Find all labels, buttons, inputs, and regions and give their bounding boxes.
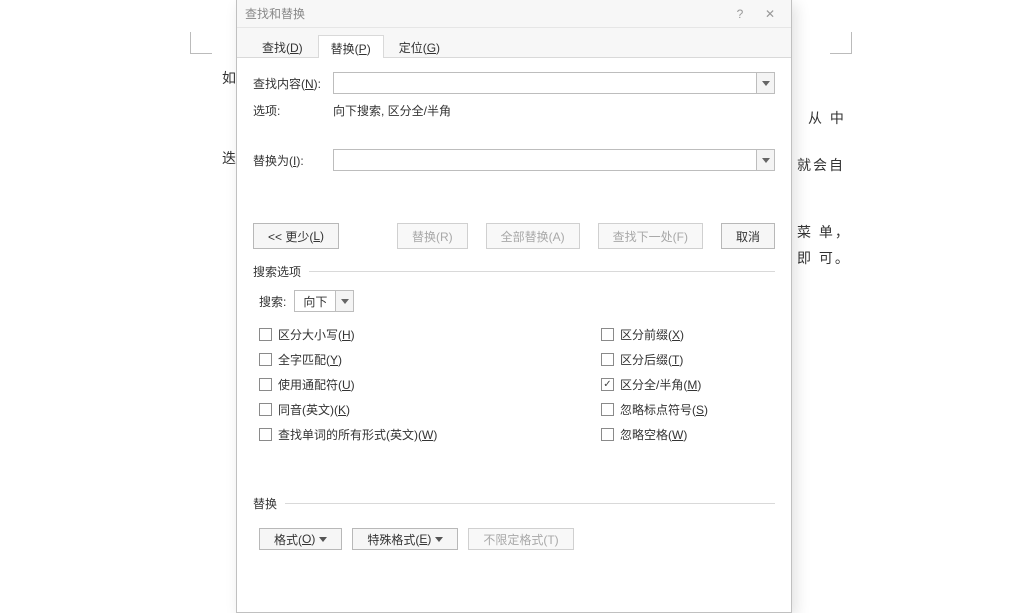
replace-input[interactable]	[334, 150, 756, 170]
checkbox-right-3[interactable]: 忽略标点符号(S)	[601, 401, 775, 418]
checkbox-label: 同音(英文)(K)	[278, 401, 350, 418]
less-button[interactable]: << 更少(L)	[253, 223, 339, 249]
checkbox-box-icon	[601, 428, 614, 441]
help-button[interactable]: ?	[725, 3, 755, 25]
chevron-down-icon	[762, 158, 770, 163]
checkbox-box-icon	[259, 378, 272, 391]
tab-goto[interactable]: 定位(G)	[386, 34, 453, 57]
search-options-legend: 搜索选项	[253, 263, 301, 280]
checkbox-box-icon	[259, 353, 272, 366]
tab-find[interactable]: 查找(D)	[249, 34, 316, 57]
replace-combo	[333, 149, 775, 171]
close-button[interactable]: ✕	[755, 3, 785, 25]
checkbox-right-2[interactable]: 区分全/半角(M)	[601, 376, 775, 393]
chevron-down-icon	[319, 537, 327, 542]
replace-all-button[interactable]: 全部替换(A)	[486, 223, 580, 249]
options-row: 选项: 向下搜索, 区分全/半角	[253, 102, 775, 119]
search-direction-select[interactable]: 向下	[294, 290, 354, 312]
cancel-button[interactable]: 取消	[721, 223, 775, 249]
replace-format-legend: 替换	[253, 495, 277, 512]
search-direction-value: 向下	[295, 291, 335, 311]
checkbox-right-0[interactable]: 区分前缀(X)	[601, 326, 775, 343]
checkbox-box-icon	[259, 328, 272, 341]
bg-text: 从 中	[808, 108, 846, 128]
replace-row: 替换为(I):	[253, 149, 775, 171]
format-button[interactable]: 格式(O)	[259, 528, 342, 550]
checkbox-left-1[interactable]: 全字匹配(Y)	[259, 351, 595, 368]
options-label: 选项:	[253, 102, 333, 119]
checkbox-label: 忽略空格(W)	[620, 426, 687, 443]
page-corner-tr	[830, 32, 852, 54]
checkbox-box-icon	[601, 378, 614, 391]
checkbox-left-3[interactable]: 同音(英文)(K)	[259, 401, 595, 418]
checkbox-right-1[interactable]: 区分后缀(T)	[601, 351, 775, 368]
dialog-tabs: 查找(D) 替换(P) 定位(G)	[237, 28, 791, 58]
checkbox-label: 使用通配符(U)	[278, 376, 355, 393]
checkbox-label: 区分全/半角(M)	[620, 376, 701, 393]
checkbox-box-icon	[259, 403, 272, 416]
dialog-body: 查找内容(N): 选项: 向下搜索, 区分全/半角 替换为(I): <	[237, 58, 791, 576]
checkbox-box-icon	[601, 328, 614, 341]
bg-text: 就会自	[797, 155, 845, 175]
no-format-button[interactable]: 不限定格式(T)	[468, 528, 573, 550]
replace-button[interactable]: 替换(R)	[397, 223, 468, 249]
search-direction-dropdown-button[interactable]	[335, 291, 353, 311]
checkbox-label: 查找单词的所有形式(英文)(W)	[278, 426, 437, 443]
replace-format-group: 替换 格式(O) 特殊格式(E) 不限定格式(T)	[253, 495, 775, 550]
special-format-button[interactable]: 特殊格式(E)	[352, 528, 458, 550]
replace-dropdown-button[interactable]	[756, 150, 774, 170]
search-direction-row: 搜索: 向下	[253, 290, 775, 312]
replace-label: 替换为(I):	[253, 152, 333, 169]
checkbox-label: 全字匹配(Y)	[278, 351, 342, 368]
tab-replace[interactable]: 替换(P)	[318, 35, 384, 58]
options-value: 向下搜索, 区分全/半角	[333, 102, 451, 119]
checkbox-left-0[interactable]: 区分大小写(H)	[259, 326, 595, 343]
checkbox-columns: 区分大小写(H) 全字匹配(Y) 使用通配符(U) 同音(英文)(K) 查找单词的所有形…	[253, 326, 775, 443]
dialog-title: 查找和替换	[245, 5, 725, 22]
help-icon: ?	[737, 7, 744, 21]
bg-text: 即 可。	[797, 248, 851, 268]
find-next-button[interactable]: 查找下一处(F)	[598, 223, 703, 249]
checkbox-right-4[interactable]: 忽略空格(W)	[601, 426, 775, 443]
checkbox-left-2[interactable]: 使用通配符(U)	[259, 376, 595, 393]
search-options-group: 搜索选项 搜索: 向下 区分大小写(H) 全字匹配(Y) 使用通配符(U) 同音(英文…	[253, 263, 775, 443]
checkbox-box-icon	[259, 428, 272, 441]
button-row: << 更少(L) 替换(R) 全部替换(A) 查找下一处(F) 取消	[253, 213, 775, 263]
checkbox-label: 区分前缀(X)	[620, 326, 684, 343]
chevron-down-icon	[435, 537, 443, 542]
chevron-down-icon	[762, 81, 770, 86]
checkbox-label: 区分后缀(T)	[620, 351, 683, 368]
checkbox-left-4[interactable]: 查找单词的所有形式(英文)(W)	[259, 426, 595, 443]
checkbox-label: 忽略标点符号(S)	[620, 401, 708, 418]
checkbox-box-icon	[601, 353, 614, 366]
chevron-down-icon	[341, 299, 349, 304]
search-direction-label: 搜索:	[259, 293, 286, 310]
find-combo	[333, 72, 775, 94]
dialog-titlebar[interactable]: 查找和替换 ? ✕	[237, 0, 791, 28]
find-row: 查找内容(N):	[253, 72, 775, 94]
find-input[interactable]	[334, 73, 756, 93]
close-icon: ✕	[765, 7, 775, 21]
bg-text: 菜 单，	[797, 222, 851, 242]
checkbox-box-icon	[601, 403, 614, 416]
find-label: 查找内容(N):	[253, 75, 333, 92]
checkbox-label: 区分大小写(H)	[278, 326, 355, 343]
page-corner-tl	[190, 32, 212, 54]
find-dropdown-button[interactable]	[756, 73, 774, 93]
find-replace-dialog: 查找和替换 ? ✕ 查找(D) 替换(P) 定位(G) 查找内容(N): 选项:…	[236, 0, 792, 613]
